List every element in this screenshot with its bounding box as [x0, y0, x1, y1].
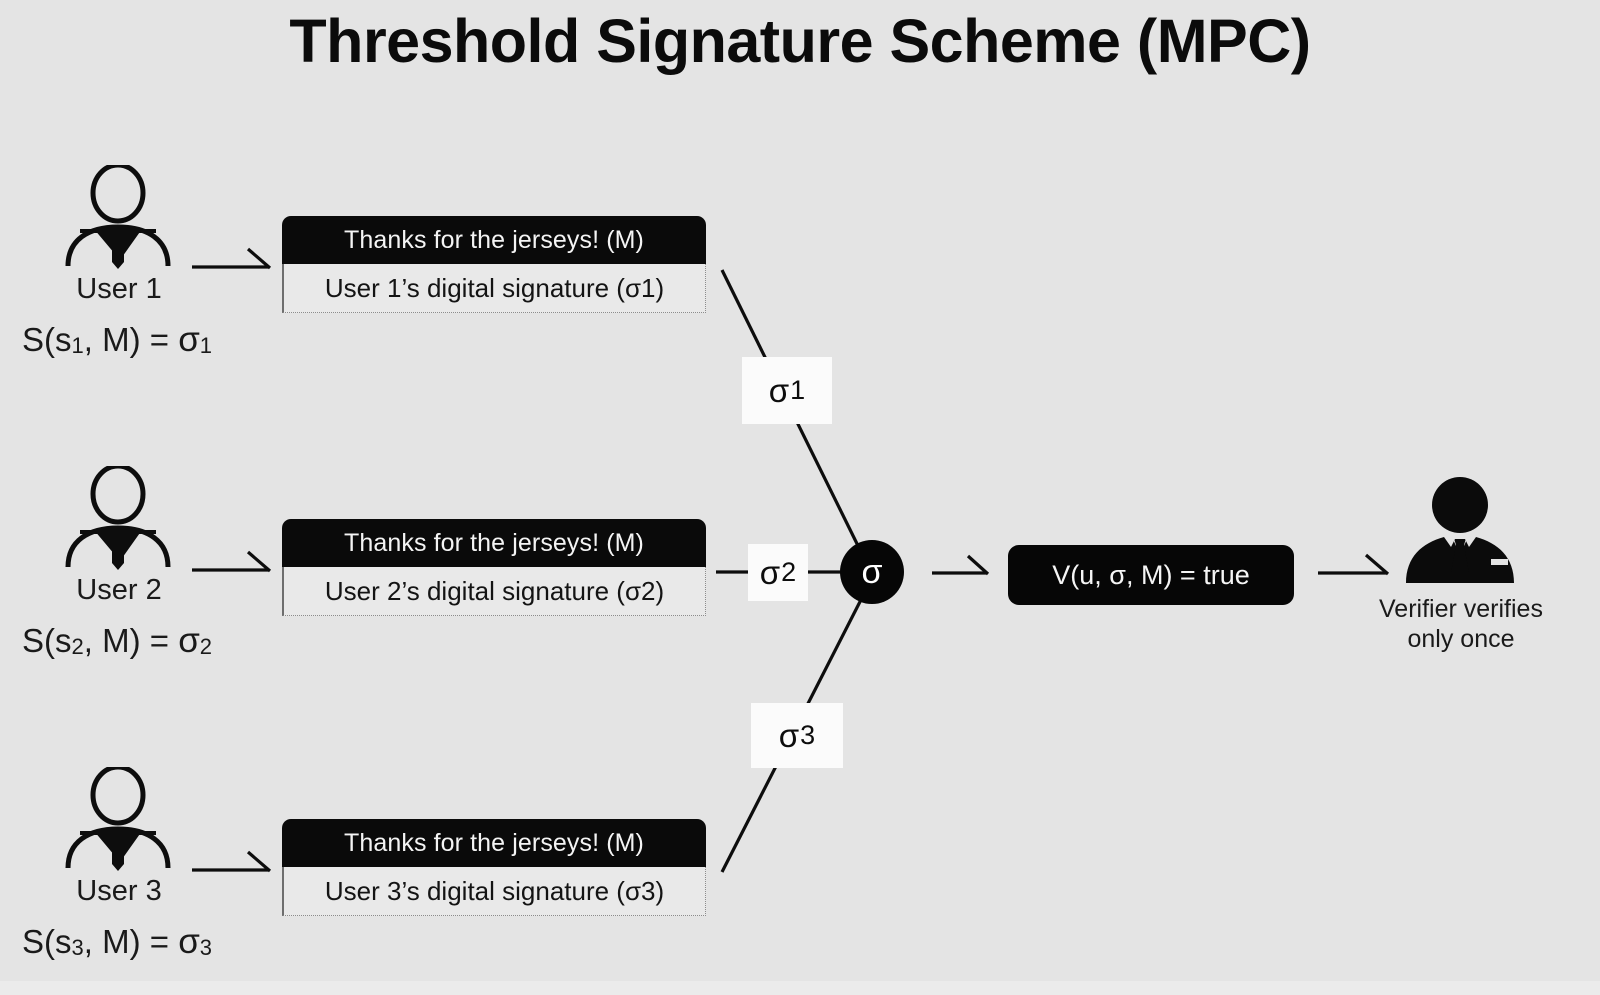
- verifier-caption: Verifier verifies only once: [1330, 594, 1592, 654]
- user-signing-formula: S(s1, M) = σ1: [22, 320, 212, 360]
- arrow-hub-to-verify: [932, 554, 990, 576]
- signature-text: User 1’s digital signature (σ1): [282, 264, 706, 313]
- sigma-index: 3: [800, 720, 816, 750]
- sigma-index: 2: [781, 557, 797, 587]
- arrow-user3-to-card: [192, 850, 272, 873]
- user-label: User 3: [76, 875, 162, 907]
- user-signing-formula: S(s3, M) = σ3: [22, 922, 212, 962]
- edge-label-sigma-1: σ1: [742, 357, 832, 424]
- edge-label-sigma-2: σ2: [748, 544, 808, 601]
- sigma-glyph: σ: [768, 371, 790, 409]
- formula-sigma-index: 3: [199, 935, 213, 960]
- user-outline-icon: [65, 767, 171, 871]
- formula-secret-index: 3: [71, 935, 84, 960]
- sigma-index: 1: [790, 375, 806, 405]
- user-label: User 2: [76, 574, 162, 606]
- formula-sigma-index: 1: [199, 333, 213, 358]
- signature-text: User 2’s digital signature (σ2): [282, 567, 706, 616]
- message-card-2[interactable]: Thanks for the jerseys! (M) User 2’s dig…: [282, 519, 706, 616]
- arrow-user1-to-card: [192, 247, 272, 270]
- formula-sigma-index: 2: [199, 634, 213, 659]
- formula-sigma: σ: [178, 621, 200, 660]
- user-outline-icon: [65, 165, 171, 269]
- formula-fn: S(s: [22, 321, 72, 358]
- verifier-caption-line-2: only once: [1407, 625, 1515, 653]
- formula-mid: , M) =: [83, 622, 179, 659]
- verifier-person-icon: [1406, 477, 1514, 583]
- message-card-1[interactable]: Thanks for the jerseys! (M) User 1’s dig…: [282, 216, 706, 313]
- arrow-verify-to-verifier: [1318, 553, 1390, 576]
- message-text: Thanks for the jerseys! (M): [282, 216, 706, 264]
- formula-fn: S(s: [22, 622, 72, 659]
- verification-result-box: V(u, σ, M) = true: [1008, 545, 1294, 605]
- formula-mid: , M) =: [83, 321, 179, 358]
- page-title: Threshold Signature Scheme (MPC): [289, 7, 1311, 75]
- formula-sigma: σ: [178, 922, 200, 961]
- signature-text: User 3’s digital signature (σ3): [282, 867, 706, 916]
- bottom-edge-band: [0, 981, 1600, 995]
- verification-expression: V(u, σ, M) = true: [1052, 559, 1250, 590]
- formula-mid: , M) =: [83, 923, 179, 960]
- user-signing-formula: S(s2, M) = σ2: [22, 621, 212, 661]
- aggregated-signature-hub[interactable]: σ: [840, 540, 904, 604]
- sigma-glyph: σ: [861, 552, 883, 591]
- message-card-3[interactable]: Thanks for the jerseys! (M) User 3’s dig…: [282, 819, 706, 916]
- arrow-user2-to-card: [192, 550, 272, 573]
- connector-lines: [716, 269, 1390, 873]
- formula-secret-index: 2: [71, 634, 84, 659]
- verifier-caption-line-1: Verifier verifies: [1379, 595, 1543, 623]
- user-outline-icon: [65, 466, 171, 570]
- slide-canvas: Threshold Signature Scheme (MPC) User 1 …: [0, 0, 1600, 995]
- user-label: User 1: [76, 273, 162, 305]
- sigma-glyph: σ: [778, 716, 800, 754]
- formula-fn: S(s: [22, 923, 72, 960]
- message-text: Thanks for the jerseys! (M): [282, 519, 706, 567]
- message-text: Thanks for the jerseys! (M): [282, 819, 706, 867]
- sigma-glyph: σ: [759, 553, 781, 591]
- edge-label-sigma-3: σ3: [751, 703, 843, 768]
- formula-secret-index: 1: [71, 333, 84, 358]
- formula-sigma: σ: [178, 320, 200, 359]
